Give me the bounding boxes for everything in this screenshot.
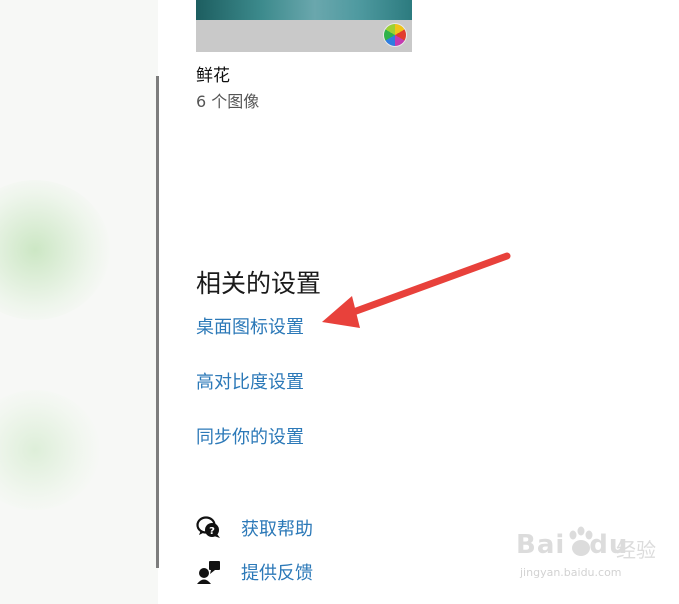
theme-card-flowers[interactable] [196, 0, 412, 52]
settings-window: 鲜花 6 个图像 相关的设置 桌面图标设置 高对比度设置 同步你的设置 ? 获取… [0, 0, 679, 604]
high-contrast-settings-link[interactable]: 高对比度设置 [196, 368, 304, 394]
sync-settings-link[interactable]: 同步你的设置 [196, 423, 304, 449]
watermark-url: jingyan.baidu.com [520, 566, 622, 579]
paw-icon [566, 526, 596, 564]
background-blur [0, 180, 110, 320]
color-wheel-icon [384, 24, 406, 46]
related-settings-title: 相关的设置 [196, 269, 322, 298]
svg-text:?: ? [209, 526, 215, 537]
chat-help-icon: ? [196, 515, 222, 541]
desktop-icon-settings-link[interactable]: 桌面图标设置 [196, 313, 304, 339]
background-blur [0, 390, 100, 510]
give-feedback-link[interactable]: 提供反馈 [196, 559, 313, 585]
theme-color-strip [196, 20, 412, 52]
left-navigation-pane [0, 0, 158, 604]
theme-image-count: 6 个图像 [196, 92, 260, 111]
watermark-logo: Bai du [516, 530, 629, 560]
give-feedback-label: 提供反馈 [241, 563, 313, 584]
get-help-link[interactable]: ? 获取帮助 [196, 515, 313, 541]
theme-thumbnail [196, 0, 412, 20]
feedback-icon [196, 559, 222, 585]
watermark-jingyan: 经验 [616, 538, 656, 562]
get-help-label: 获取帮助 [241, 519, 313, 540]
baidu-jingyan-watermark: Bai du 经验 jingyan.baidu.com [516, 526, 676, 596]
scrollbar[interactable] [156, 76, 159, 568]
theme-name: 鲜花 [196, 66, 230, 86]
